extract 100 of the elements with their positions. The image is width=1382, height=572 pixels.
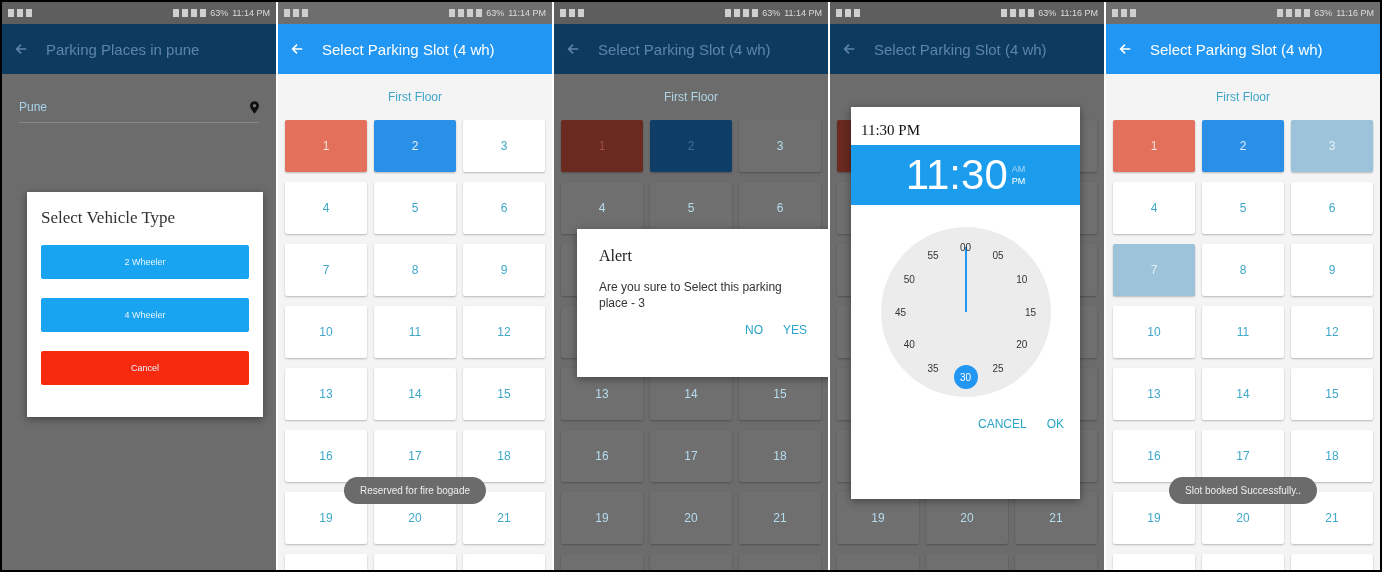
- period-option[interactable]: PM: [1011, 176, 1026, 186]
- minute-number[interactable]: 25: [986, 356, 1010, 381]
- signal-icons: [1277, 9, 1311, 17]
- parking-slot[interactable]: 17: [650, 430, 732, 482]
- dialog-title: 11:30 PM: [860, 121, 922, 140]
- parking-slot[interactable]: 13: [1113, 368, 1195, 420]
- parking-slot[interactable]: 6: [1291, 182, 1373, 234]
- floor-label: First Floor: [1216, 90, 1270, 104]
- back-arrow-icon[interactable]: [566, 42, 580, 56]
- battery-level: 63%: [1038, 8, 1057, 18]
- parking-slot[interactable]: 15: [1291, 368, 1373, 420]
- parking-slot[interactable]: 16: [1113, 430, 1195, 482]
- parking-slot[interactable]: 13: [285, 368, 367, 420]
- parking-slot[interactable]: 7: [285, 244, 367, 296]
- period-option[interactable]: AM: [1011, 164, 1026, 174]
- dialog-action-button[interactable]: CANCEL: [973, 415, 1031, 433]
- clock-time: 11:16 PM: [1336, 8, 1374, 18]
- minute-number[interactable]: 55: [921, 243, 945, 268]
- signal-icons: [725, 9, 759, 17]
- clock-time: 11:14 PM: [508, 8, 546, 18]
- minute-number[interactable]: 10: [1009, 267, 1034, 292]
- parking-slot[interactable]: 9: [463, 244, 545, 296]
- dialog-action-button[interactable]: OK: [1042, 415, 1068, 433]
- battery-level: 63%: [486, 8, 505, 18]
- minute-number[interactable]: 20: [1009, 332, 1034, 357]
- parking-slot[interactable]: 1: [285, 120, 367, 172]
- clock-time: 11:16 PM: [1060, 8, 1098, 18]
- parking-slot[interactable]: 3: [1291, 120, 1373, 172]
- vehicle-option-button[interactable]: 2 Wheeler: [41, 245, 249, 279]
- parking-slot[interactable]: 10: [1113, 306, 1195, 358]
- back-arrow-icon[interactable]: [842, 42, 856, 56]
- floor-label: First Floor: [664, 90, 718, 104]
- minute-number[interactable]: 35: [921, 356, 945, 381]
- parking-slot[interactable]: 9: [1291, 244, 1373, 296]
- minute-number[interactable]: 05: [986, 243, 1010, 268]
- parking-slot[interactable]: 16: [285, 430, 367, 482]
- parking-slot[interactable]: 3: [739, 120, 821, 172]
- parking-slot[interactable]: 14: [1202, 368, 1284, 420]
- parking-slot[interactable]: 18: [739, 430, 821, 482]
- signal-icons: [173, 9, 207, 17]
- notification-icons: [560, 9, 584, 17]
- notification-icons: [836, 9, 860, 17]
- battery-level: 63%: [762, 8, 781, 18]
- parking-slot[interactable]: 8: [374, 244, 456, 296]
- selected-time: 11:30: [905, 151, 1008, 199]
- minute-number[interactable]: 50: [897, 267, 922, 292]
- location-field[interactable]: Pune: [19, 92, 259, 123]
- dialog-message: Are you sure to Select this parking place - 3: [599, 279, 783, 312]
- notification-icons: [284, 9, 308, 17]
- vehicle-option-button[interactable]: 4 Wheeler: [41, 298, 249, 332]
- minute-number[interactable]: 45: [888, 300, 913, 324]
- parking-slot[interactable]: 2: [374, 120, 456, 172]
- dialog-title: Alert: [599, 247, 633, 265]
- clock-time: 11:14 PM: [232, 8, 270, 18]
- screen-title: Select Parking Slot (4 wh): [874, 40, 1047, 58]
- parking-slot[interactable]: 14: [374, 368, 456, 420]
- back-arrow-icon[interactable]: [14, 42, 28, 56]
- parking-slot[interactable]: 16: [561, 430, 643, 482]
- signal-icons: [1001, 9, 1035, 17]
- parking-slot[interactable]: 8: [1202, 244, 1284, 296]
- battery-level: 63%: [210, 8, 229, 18]
- parking-slot[interactable]: 2: [1202, 120, 1284, 172]
- parking-slot[interactable]: 12: [463, 306, 545, 358]
- minute-number[interactable]: 00: [953, 235, 978, 259]
- notification-icons: [1112, 9, 1136, 17]
- parking-slot[interactable]: 21: [739, 492, 821, 544]
- floor-label: First Floor: [388, 90, 442, 104]
- parking-slot[interactable]: 11: [1202, 306, 1284, 358]
- dialog-action-button[interactable]: YES: [779, 321, 811, 340]
- signal-icons: [449, 9, 483, 17]
- parking-slot[interactable]: 4: [561, 182, 643, 234]
- parking-slot[interactable]: 10: [285, 306, 367, 358]
- parking-slot[interactable]: 5: [374, 182, 456, 234]
- parking-slot[interactable]: 18: [1291, 430, 1373, 482]
- message-toast: Slot booked Successfully..: [1169, 477, 1317, 504]
- parking-slot[interactable]: 18: [463, 430, 545, 482]
- parking-slot[interactable]: 3: [463, 120, 545, 172]
- parking-slot[interactable]: 6: [463, 182, 545, 234]
- parking-slot[interactable]: 20: [650, 492, 732, 544]
- minute-number[interactable]: 15: [1018, 300, 1043, 324]
- minute-number[interactable]: 30: [953, 365, 978, 389]
- parking-slot[interactable]: 15: [463, 368, 545, 420]
- parking-slot[interactable]: 4: [285, 182, 367, 234]
- parking-slot[interactable]: 1: [1113, 120, 1195, 172]
- screen-title: Select Parking Slot (4 wh): [1150, 40, 1323, 58]
- parking-slot[interactable]: 7: [1113, 244, 1195, 296]
- dialog-action-button[interactable]: NO: [741, 321, 767, 340]
- parking-slot[interactable]: 4: [1113, 182, 1195, 234]
- parking-slot[interactable]: 5: [1202, 182, 1284, 234]
- parking-slot[interactable]: 11: [374, 306, 456, 358]
- minute-number[interactable]: 40: [897, 332, 922, 357]
- screen-title: Select Parking Slot (4 wh): [322, 40, 495, 58]
- dialog-title: Select Vehicle Type: [41, 208, 177, 228]
- message-toast: Reserved for fire bogade: [343, 477, 487, 504]
- clock-time: 11:14 PM: [784, 8, 822, 18]
- notification-icons: [8, 9, 32, 17]
- parking-slot[interactable]: 19: [561, 492, 643, 544]
- parking-slot[interactable]: 12: [1291, 306, 1373, 358]
- screen-title: Select Parking Slot (4 wh): [598, 40, 771, 58]
- vehicle-option-button[interactable]: Cancel: [41, 351, 249, 385]
